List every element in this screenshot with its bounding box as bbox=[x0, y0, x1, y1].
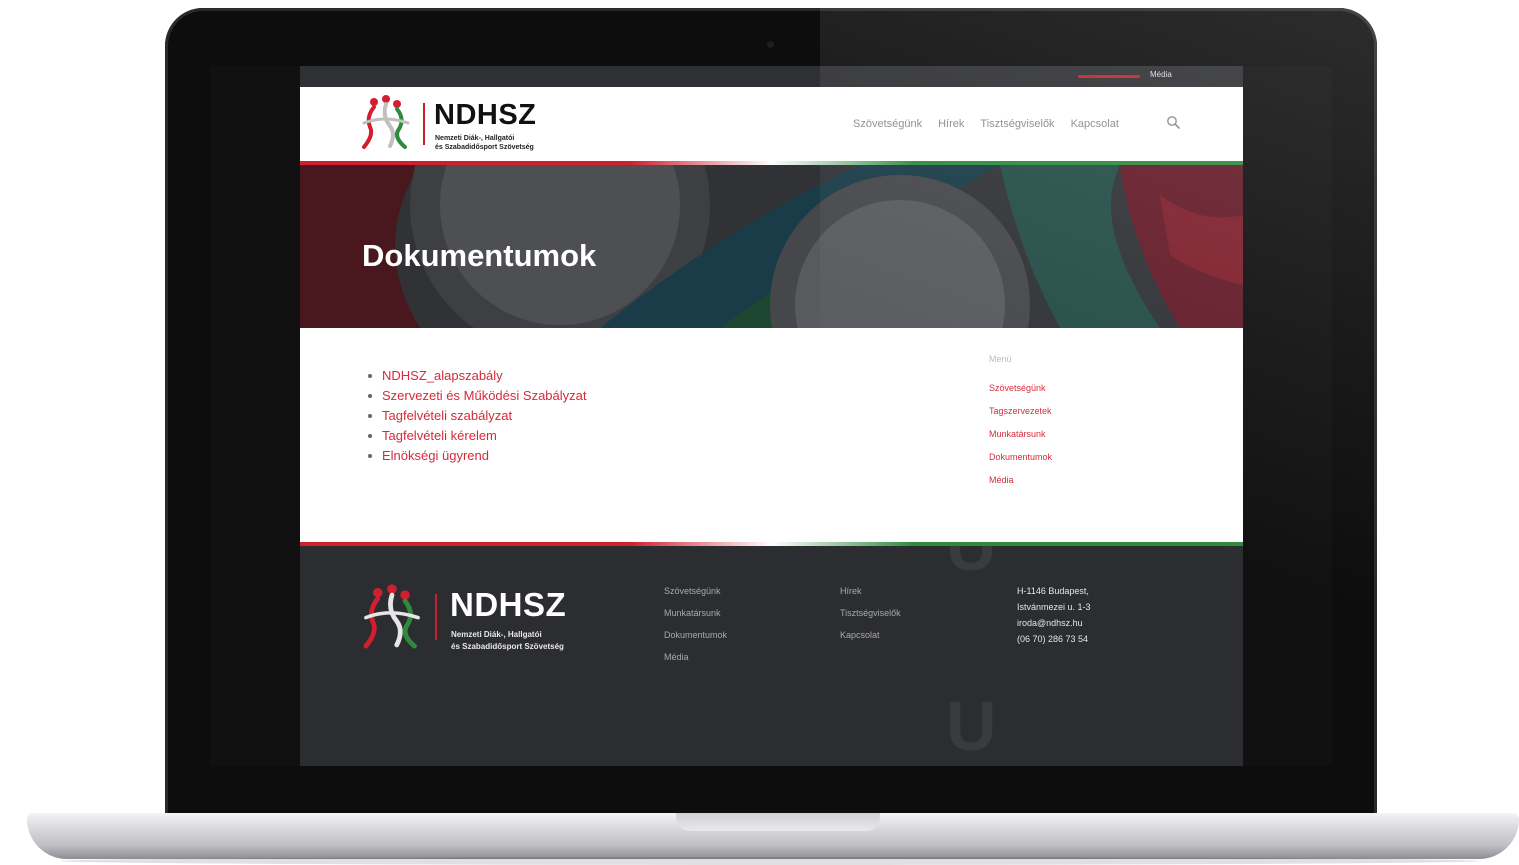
document-link-szmsz[interactable]: Szervezeti és Működési Szabályzat bbox=[368, 388, 586, 408]
footer-contact: H-1146 Budapest, Istvánmezei u. 1-3 irod… bbox=[1017, 586, 1091, 650]
document-link-tagfelveteli-szabalyzat[interactable]: Tagfelvételi szabályzat bbox=[368, 408, 586, 428]
footer-logo-subtitle-line2: és Szabadidősport Szövetség bbox=[451, 642, 564, 651]
nav-item-tisztsegviselok[interactable]: Tisztségviselők bbox=[980, 118, 1054, 130]
logo-subtitle-line1: Nemzeti Diák-, Hallgatói bbox=[435, 135, 515, 142]
laptop-screen: Média NDHSZ Nemzeti Diák-, Hallgatói és … bbox=[211, 66, 1332, 766]
sidebar-item-szovetsegunk[interactable]: Szövetségünk bbox=[989, 383, 1052, 406]
laptop-shadow bbox=[60, 857, 1480, 865]
social-links-bar[interactable] bbox=[1078, 75, 1140, 78]
main-nav: Szövetségünk Hírek Tisztségviselők Kapcs… bbox=[853, 118, 1119, 130]
logo-mark-icon bbox=[363, 584, 420, 649]
footer-menu-1: Szövetségünk Munkatársunk Dokumentumok M… bbox=[664, 586, 727, 674]
contact-email[interactable]: iroda@ndhsz.hu bbox=[1017, 618, 1091, 634]
footer-menu-2: Hírek Tisztségviselők Kapcsolat bbox=[840, 586, 901, 652]
site-logo[interactable]: NDHSZ Nemzeti Diák-, Hallgatói és Szabad… bbox=[360, 93, 600, 157]
document-link-elnoksegi-ugyrend[interactable]: Elnökségi ügyrend bbox=[368, 448, 586, 468]
footer-link-media[interactable]: Média bbox=[664, 652, 727, 674]
logo-title: NDHSZ bbox=[434, 99, 537, 131]
footer-logo[interactable]: NDHSZ Nemzeti Diák-, Hallgatói és Szabad… bbox=[361, 582, 621, 662]
footer-logo-separator bbox=[435, 594, 437, 640]
sidebar-menu: Szövetségünk Tagszervezetek Munkatársunk… bbox=[989, 383, 1052, 498]
sidebar-heading: Menü bbox=[989, 354, 1012, 364]
document-link-alapszabaly[interactable]: NDHSZ_alapszabály bbox=[368, 368, 586, 388]
site-footer: U U NDHSZ Nemzeti Diák-, Hallgatói és Sz… bbox=[300, 546, 1243, 766]
footer-link-dokumentumok[interactable]: Dokumentumok bbox=[664, 630, 727, 652]
contact-phone: (06 70) 286 73 54 bbox=[1017, 634, 1089, 644]
document-link-tagfelveteli-kerelem[interactable]: Tagfelvételi kérelem bbox=[368, 428, 586, 448]
website: Média NDHSZ Nemzeti Diák-, Hallgatói és … bbox=[300, 66, 1243, 766]
footer-link-hirek[interactable]: Hírek bbox=[840, 586, 901, 608]
laptop-base-notch bbox=[676, 813, 880, 831]
sidebar-item-media[interactable]: Média bbox=[989, 475, 1052, 498]
footer-link-szovetsegunk[interactable]: Szövetségünk bbox=[664, 586, 727, 608]
hero-banner: Dokumentumok bbox=[300, 165, 1243, 328]
top-bar: Média bbox=[300, 66, 1243, 87]
sidebar-item-dokumentumok[interactable]: Dokumentumok bbox=[989, 452, 1052, 475]
footer-logo-title: NDHSZ bbox=[450, 586, 567, 623]
sidebar-item-tagszervezetek[interactable]: Tagszervezetek bbox=[989, 406, 1052, 429]
contact-address-line2: Istvánmezei u. 1-3 bbox=[1017, 602, 1091, 612]
camera-icon bbox=[767, 41, 774, 48]
search-icon[interactable] bbox=[1166, 115, 1180, 129]
contact-address-line1: H-1146 Budapest, bbox=[1017, 586, 1089, 596]
nav-item-szovetsegunk[interactable]: Szövetségünk bbox=[853, 118, 922, 130]
site-header: NDHSZ Nemzeti Diák-, Hallgatói és Szabad… bbox=[300, 87, 1243, 161]
decorative-u-shape: U bbox=[946, 546, 997, 585]
main-content: NDHSZ_alapszabály Szervezeti és Működési… bbox=[300, 328, 1243, 542]
sidebar-item-munkatarsunk[interactable]: Munkatársunk bbox=[989, 429, 1052, 452]
page-title: Dokumentumok bbox=[362, 238, 597, 273]
topbar-media-link[interactable]: Média bbox=[1150, 70, 1172, 79]
nav-item-hirek[interactable]: Hírek bbox=[938, 118, 964, 130]
footer-logo-subtitle-line1: Nemzeti Diák-, Hallgatói bbox=[451, 630, 542, 639]
nav-item-kapcsolat[interactable]: Kapcsolat bbox=[1071, 118, 1119, 130]
logo-separator bbox=[423, 103, 425, 145]
footer-link-kapcsolat[interactable]: Kapcsolat bbox=[840, 630, 901, 652]
document-list: NDHSZ_alapszabály Szervezeti és Működési… bbox=[368, 368, 586, 468]
logo-subtitle-line2: és Szabadidősport Szövetség bbox=[435, 144, 534, 151]
footer-link-tisztsegviselok[interactable]: Tisztségviselők bbox=[840, 608, 901, 630]
decorative-u-shape: U bbox=[946, 687, 997, 765]
footer-link-munkatarsunk[interactable]: Munkatársunk bbox=[664, 608, 727, 630]
laptop-mockup: Média NDHSZ Nemzeti Diák-, Hallgatói és … bbox=[0, 0, 1519, 865]
logo-mark-icon bbox=[362, 95, 410, 149]
